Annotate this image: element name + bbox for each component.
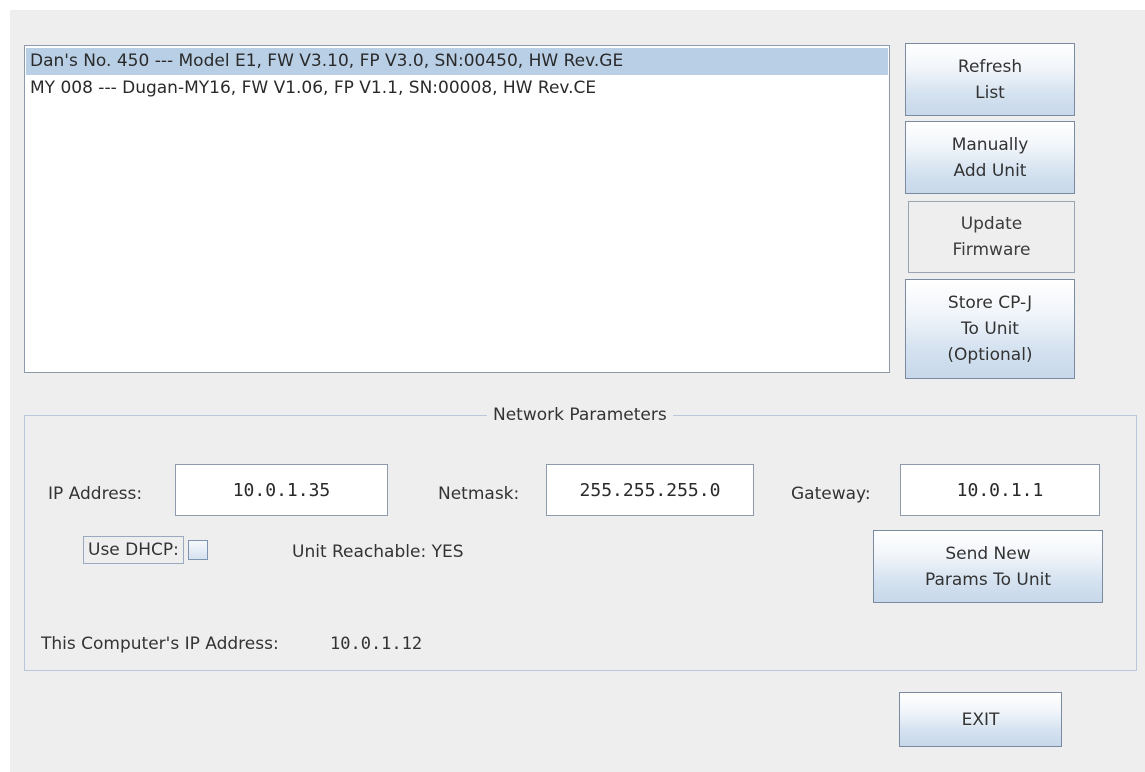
dhcp-group: Use DHCP:: [83, 536, 208, 564]
gateway-label: Gateway:: [791, 484, 871, 504]
manually-add-unit-button[interactable]: Manually Add Unit: [905, 121, 1075, 194]
update-firmware-button[interactable]: Update Firmware: [908, 201, 1075, 273]
list-item-unit-1[interactable]: Dan's No. 450 --- Model E1, FW V3.10, FP…: [26, 48, 888, 75]
computer-ip-label: This Computer's IP Address:: [41, 634, 279, 654]
store-cpj-button[interactable]: Store CP-J To Unit (Optional): [905, 279, 1075, 379]
exit-button[interactable]: EXIT: [899, 692, 1062, 747]
use-dhcp-checkbox[interactable]: [187, 540, 208, 560]
gateway-field[interactable]: [900, 464, 1100, 516]
list-item-unit-2[interactable]: MY 008 --- Dugan-MY16, FW V1.06, FP V1.1…: [26, 75, 888, 102]
computer-ip-value: 10.0.1.12: [330, 634, 423, 654]
page: Dan's No. 450 --- Model E1, FW V3.10, FP…: [0, 0, 1145, 772]
unit-list[interactable]: Dan's No. 450 --- Model E1, FW V3.10, FP…: [24, 45, 890, 373]
ip-address-label: IP Address:: [48, 484, 143, 504]
network-setup-window: Dan's No. 450 --- Model E1, FW V3.10, FP…: [10, 10, 1145, 772]
panel-title: Network Parameters: [487, 404, 673, 426]
send-new-params-button[interactable]: Send New Params To Unit: [873, 530, 1103, 603]
ip-address-field[interactable]: [175, 464, 388, 516]
use-dhcp-label[interactable]: Use DHCP:: [83, 536, 184, 564]
network-parameters-panel: Network Parameters IP Address: Netmask: …: [24, 404, 1137, 671]
netmask-field[interactable]: [546, 464, 754, 516]
unit-reachable-status: Unit Reachable: YES: [292, 542, 464, 562]
netmask-label: Netmask:: [438, 484, 520, 504]
refresh-list-button[interactable]: Refresh List: [905, 43, 1075, 116]
